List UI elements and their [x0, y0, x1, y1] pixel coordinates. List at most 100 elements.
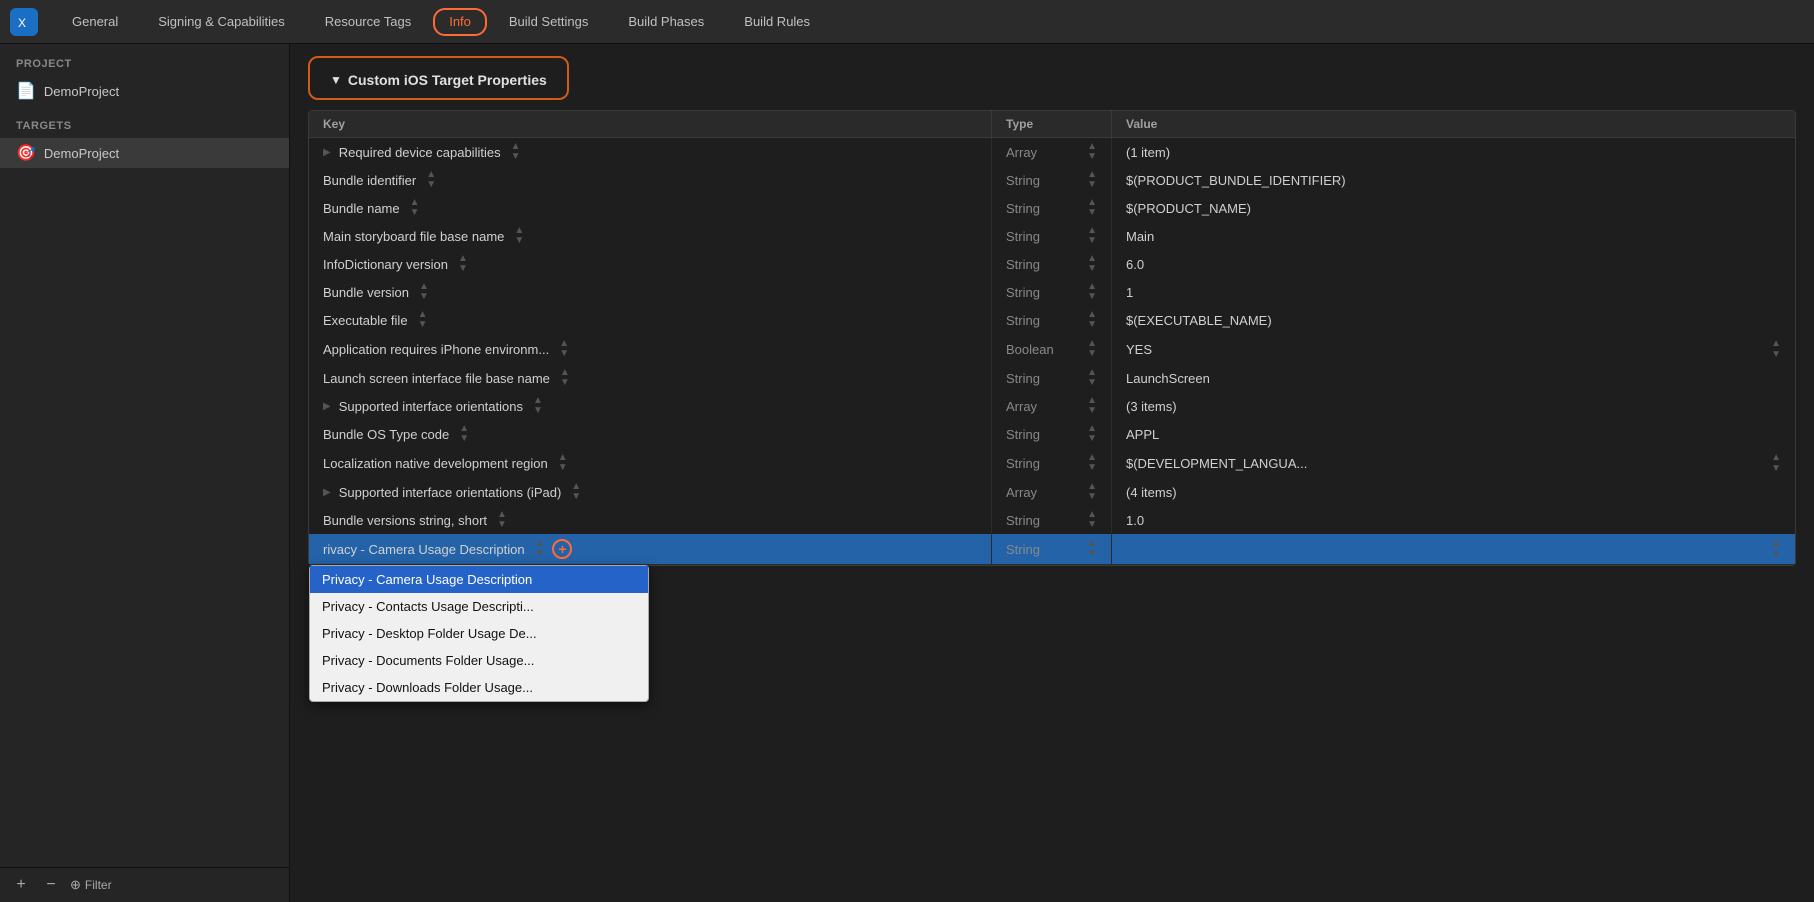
autocomplete-item-3[interactable]: Privacy - Documents Folder Usage... [310, 647, 648, 674]
property-row-9[interactable]: ▶Supported interface orientations▲▼Array… [309, 392, 1795, 420]
type-stepper[interactable]: ▲▼ [1087, 482, 1097, 502]
content-area: ▼ Custom iOS Target Properties Key Type … [290, 44, 1814, 902]
type-stepper[interactable]: ▲▼ [1087, 170, 1097, 190]
type-stepper[interactable]: ▲▼ [1087, 510, 1097, 530]
key-stepper[interactable]: ▲▼ [458, 254, 468, 274]
type-stepper[interactable]: ▲▼ [1087, 142, 1097, 162]
key-stepper[interactable]: ▲▼ [533, 396, 543, 416]
value-stepper[interactable]: ▲▼ [1771, 538, 1781, 560]
targets-section-header: TARGETS [0, 106, 289, 138]
key-stepper[interactable]: ▲▼ [426, 170, 436, 190]
add-button[interactable]: + [10, 874, 32, 896]
table-row: Launch screen interface file base name▲▼… [309, 364, 1795, 392]
property-row-14[interactable]: rivacy - Camera Usage Description▲▼+Stri… [309, 534, 1795, 565]
type-stepper[interactable]: ▲▼ [1087, 226, 1097, 246]
tab-general[interactable]: General [54, 0, 136, 44]
value-cell: (1 item) [1112, 138, 1795, 166]
type-cell: String▲▼ [992, 506, 1112, 534]
custom-ios-section-header[interactable]: ▼ Custom iOS Target Properties [308, 56, 569, 100]
table-row: Bundle identifier▲▼String▲▼$(PRODUCT_BUN… [309, 166, 1795, 194]
property-row-12[interactable]: ▶Supported interface orientations (iPad)… [309, 478, 1795, 506]
value-text: Main [1126, 229, 1154, 244]
key-stepper[interactable]: ▲▼ [559, 339, 569, 359]
type-text: Array [1006, 485, 1037, 500]
property-row-4[interactable]: InfoDictionary version▲▼String▲▼6.0 [309, 250, 1795, 278]
filter-control[interactable]: ⊕ Filter [70, 877, 112, 893]
value-stepper[interactable]: ▲▼ [1771, 338, 1781, 360]
svg-text:X: X [18, 16, 26, 30]
property-row-10[interactable]: Bundle OS Type code▲▼String▲▼APPL [309, 420, 1795, 448]
key-stepper[interactable]: ▲▼ [410, 198, 420, 218]
target-icon: 🎯 [16, 143, 36, 163]
sidebar-item-demoproject-target[interactable]: 🎯 DemoProject [0, 138, 289, 168]
row-expand-arrow[interactable]: ▶ [323, 147, 331, 158]
key-stepper[interactable]: ▲▼ [511, 142, 521, 162]
key-stepper[interactable]: ▲▼ [497, 510, 507, 530]
remove-button[interactable]: − [40, 874, 62, 896]
type-cell: Array▲▼ [992, 392, 1112, 420]
property-row-7[interactable]: Application requires iPhone environm...▲… [309, 334, 1795, 364]
column-header-value: Value [1112, 111, 1795, 137]
value-cell: $(DEVELOPMENT_LANGUA...▲▼ [1112, 448, 1795, 478]
properties-table: Key Type Value ▶Required device capabili… [308, 110, 1796, 566]
sidebar-item-demoproject-project[interactable]: 📄 DemoProject [0, 76, 289, 106]
property-row-8[interactable]: Launch screen interface file base name▲▼… [309, 364, 1795, 392]
type-cell: Array▲▼ [992, 138, 1112, 166]
key-stepper[interactable]: ▲▼ [514, 226, 524, 246]
key-stepper[interactable]: ▲▼ [571, 482, 581, 502]
type-stepper[interactable]: ▲▼ [1087, 424, 1097, 444]
type-text: Boolean [1006, 342, 1054, 357]
key-text: Bundle version [323, 285, 409, 300]
tab-signing[interactable]: Signing & Capabilities [140, 0, 302, 44]
tab-build-rules[interactable]: Build Rules [726, 0, 828, 44]
type-text: String [1006, 371, 1040, 386]
property-row-1[interactable]: Bundle identifier▲▼String▲▼$(PRODUCT_BUN… [309, 166, 1795, 194]
key-text: Bundle identifier [323, 173, 416, 188]
key-stepper[interactable]: ▲▼ [560, 368, 570, 388]
autocomplete-item-1[interactable]: Privacy - Contacts Usage Descripti... [310, 593, 648, 620]
table-row: Bundle version▲▼String▲▼1 [309, 278, 1795, 306]
tab-build-settings[interactable]: Build Settings [491, 0, 607, 44]
property-row-2[interactable]: Bundle name▲▼String▲▼$(PRODUCT_NAME) [309, 194, 1795, 222]
property-row-0[interactable]: ▶Required device capabilities▲▼Array▲▼(1… [309, 138, 1795, 166]
type-stepper[interactable]: ▲▼ [1087, 310, 1097, 330]
row-expand-arrow[interactable]: ▶ [323, 401, 331, 412]
type-stepper[interactable]: ▲▼ [1087, 453, 1097, 473]
autocomplete-item-0[interactable]: Privacy - Camera Usage Description [310, 566, 648, 593]
property-row-6[interactable]: Executable file▲▼String▲▼$(EXECUTABLE_NA… [309, 306, 1795, 334]
property-row-13[interactable]: Bundle versions string, short▲▼String▲▼1… [309, 506, 1795, 534]
type-stepper[interactable]: ▲▼ [1087, 539, 1097, 559]
key-stepper[interactable]: ▲▼ [558, 453, 568, 473]
tab-info[interactable]: Info [433, 8, 487, 36]
key-stepper[interactable]: ▲▼ [418, 310, 428, 330]
key-text: rivacy - Camera Usage Description [323, 542, 525, 557]
value-cell: LaunchScreen [1112, 364, 1795, 392]
row-expand-arrow[interactable]: ▶ [323, 487, 331, 498]
autocomplete-item-2[interactable]: Privacy - Desktop Folder Usage De... [310, 620, 648, 647]
add-row-circle-button[interactable]: + [552, 539, 572, 559]
type-cell: String▲▼ [992, 278, 1112, 306]
type-stepper[interactable]: ▲▼ [1087, 198, 1097, 218]
type-stepper[interactable]: ▲▼ [1087, 254, 1097, 274]
key-stepper[interactable]: ▲▼ [459, 424, 469, 444]
value-stepper[interactable]: ▲▼ [1771, 452, 1781, 474]
key-text: Executable file [323, 313, 408, 328]
property-row-3[interactable]: Main storyboard file base name▲▼String▲▼… [309, 222, 1795, 250]
autocomplete-item-4[interactable]: Privacy - Downloads Folder Usage... [310, 674, 648, 701]
type-stepper[interactable]: ▲▼ [1087, 368, 1097, 388]
type-text: String [1006, 456, 1040, 471]
type-cell: String▲▼ [992, 306, 1112, 334]
tab-build-phases[interactable]: Build Phases [610, 0, 722, 44]
key-text: Main storyboard file base name [323, 229, 504, 244]
property-row-11[interactable]: Localization native development region▲▼… [309, 448, 1795, 478]
type-stepper[interactable]: ▲▼ [1087, 339, 1097, 359]
type-stepper[interactable]: ▲▼ [1087, 282, 1097, 302]
property-row-5[interactable]: Bundle version▲▼String▲▼1 [309, 278, 1795, 306]
key-stepper[interactable]: ▲▼ [535, 539, 545, 559]
key-text: Supported interface orientations [339, 399, 523, 414]
type-stepper[interactable]: ▲▼ [1087, 396, 1097, 416]
tab-resource-tags[interactable]: Resource Tags [307, 0, 429, 44]
key-stepper[interactable]: ▲▼ [419, 282, 429, 302]
value-text: $(PRODUCT_NAME) [1126, 201, 1251, 216]
column-header-key: Key [309, 111, 992, 137]
